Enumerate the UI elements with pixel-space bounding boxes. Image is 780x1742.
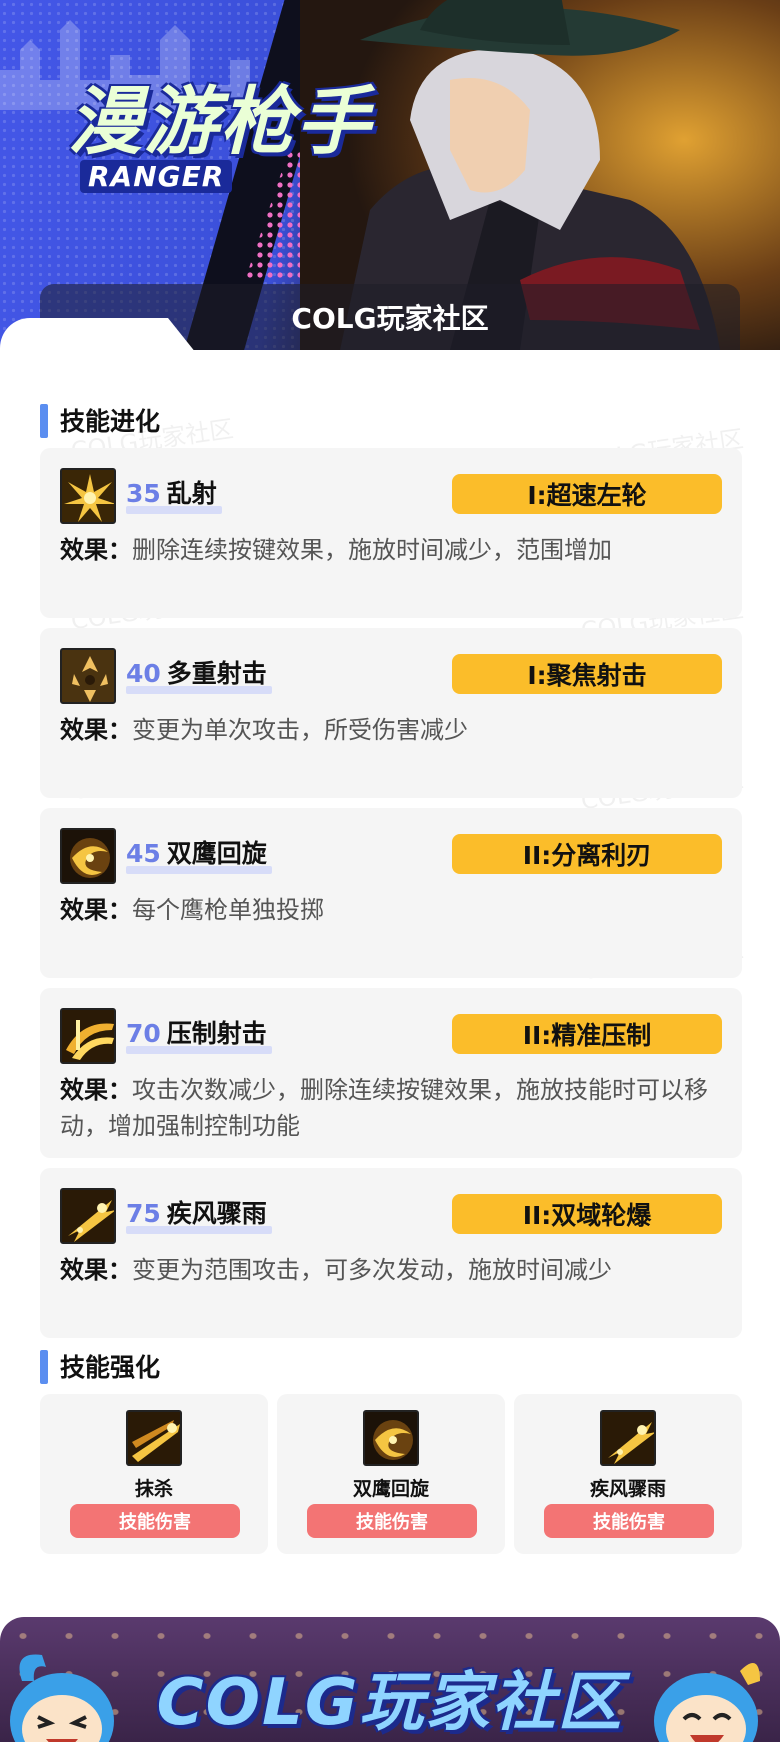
skill-card: 40 多重射击 I:聚焦射击 效果：变更为单次攻击，所受伤害减少 bbox=[40, 628, 742, 798]
evolution-tag: I:超速左轮 bbox=[452, 474, 722, 514]
skill-effect: 效果：变更为范围攻击，可多次发动，施放时间减少 bbox=[60, 1252, 720, 1288]
twin-eagle-icon bbox=[363, 1410, 419, 1466]
effect-text: 每个鹰枪单独投掷 bbox=[132, 896, 324, 924]
effect-label: 效果： bbox=[60, 716, 132, 744]
effect-text: 变更为范围攻击，可多次发动，施放时间减少 bbox=[132, 1256, 612, 1284]
skill-level: 70 bbox=[126, 1019, 161, 1048]
enhancement-skill-name: 抹杀 bbox=[134, 1478, 173, 1500]
effect-label: 效果： bbox=[60, 1256, 132, 1284]
skill-effect: 效果：每个鹰枪单独投掷 bbox=[60, 892, 720, 928]
skill-damage-button[interactable]: 技能伤害 bbox=[544, 1504, 714, 1538]
effect-text: 删除连续按键效果，施放时间减少，范围增加 bbox=[132, 536, 612, 564]
enhancement-skill-name: 疾风骤雨 bbox=[589, 1478, 666, 1500]
footer-banner: COLG玩家社区 bbox=[0, 1617, 780, 1742]
evolution-tag: II:精准压制 bbox=[452, 1014, 722, 1054]
skill-name: 压制射击 bbox=[166, 1019, 267, 1048]
skill-heading: 40 多重射击 bbox=[126, 654, 267, 688]
skill-level: 35 bbox=[126, 479, 161, 508]
effect-label: 效果： bbox=[60, 536, 132, 564]
enhancement-card: 双鹰回旋 技能伤害 bbox=[277, 1394, 505, 1554]
skill-card: 45 双鹰回旋 II:分离利刃 效果：每个鹰枪单独投掷 bbox=[40, 808, 742, 978]
suppress-fire-icon bbox=[60, 1008, 116, 1064]
effect-label: 效果： bbox=[60, 896, 132, 924]
skill-name: 多重射击 bbox=[166, 659, 267, 688]
skill-name: 乱射 bbox=[166, 479, 217, 508]
skill-effect: 效果：变更为单次攻击，所受伤害减少 bbox=[60, 712, 720, 748]
obliterate-icon bbox=[126, 1410, 182, 1466]
skill-card: 35 乱射 I:超速左轮 效果：删除连续按键效果，施放时间减少，范围增加 bbox=[40, 448, 742, 618]
banner-corner-cut bbox=[0, 318, 200, 350]
effect-text: 攻击次数减少，删除连续按键效果，施放技能时可以移动，增加强制控制功能 bbox=[60, 1076, 708, 1140]
skill-level: 40 bbox=[126, 659, 161, 688]
skill-damage-button[interactable]: 技能伤害 bbox=[70, 1504, 240, 1538]
skill-level: 45 bbox=[126, 839, 161, 868]
banner-subtitle: RANGER bbox=[80, 160, 233, 193]
effect-text: 变更为单次攻击，所受伤害减少 bbox=[132, 716, 468, 744]
multi-shot-icon bbox=[60, 648, 116, 704]
storm-shot-icon bbox=[600, 1410, 656, 1466]
evolution-tag: II:双域轮爆 bbox=[452, 1194, 722, 1234]
skill-effect: 效果：攻击次数减少，删除连续按键效果，施放技能时可以移动，增加强制控制功能 bbox=[60, 1072, 720, 1144]
skill-name: 疾风骤雨 bbox=[166, 1199, 267, 1228]
section-title-enhancement: 技能强化 bbox=[40, 1348, 160, 1384]
effect-label: 效果： bbox=[60, 1076, 132, 1104]
skill-damage-button[interactable]: 技能伤害 bbox=[307, 1504, 477, 1538]
skill-heading: 75 疾风骤雨 bbox=[126, 1194, 267, 1228]
skill-card: 75 疾风骤雨 II:双域轮爆 效果：变更为范围攻击，可多次发动，施放时间减少 bbox=[40, 1168, 742, 1338]
spray-fire-icon bbox=[60, 468, 116, 524]
enhancement-card: 疾风骤雨 技能伤害 bbox=[514, 1394, 742, 1554]
skill-heading: 45 双鹰回旋 bbox=[126, 834, 267, 868]
evolution-tag: I:聚焦射击 bbox=[452, 654, 722, 694]
skill-heading: 35 乱射 bbox=[126, 474, 217, 508]
hero-banner: 漫游枪手 RANGER COLG玩家社区 bbox=[0, 0, 780, 350]
skill-heading: 70 压制射击 bbox=[126, 1014, 267, 1048]
enhancement-card: 抹杀 技能伤害 bbox=[40, 1394, 268, 1554]
skill-name: 双鹰回旋 bbox=[166, 839, 267, 868]
banner-title: 漫游枪手 bbox=[68, 79, 372, 165]
storm-shot-icon bbox=[60, 1188, 116, 1244]
skill-level: 75 bbox=[126, 1199, 161, 1228]
section-title-evolution: 技能进化 bbox=[40, 402, 160, 438]
twin-eagle-icon bbox=[60, 828, 116, 884]
skill-card: 70 压制射击 II:精准压制 效果：攻击次数减少，删除连续按键效果，施放技能时… bbox=[40, 988, 742, 1158]
skill-effect: 效果：删除连续按键效果，施放时间减少，范围增加 bbox=[60, 532, 720, 568]
enhancement-skill-name: 双鹰回旋 bbox=[352, 1478, 429, 1500]
evolution-tag: II:分离利刃 bbox=[452, 834, 722, 874]
mascot-right-icon bbox=[654, 1663, 760, 1742]
